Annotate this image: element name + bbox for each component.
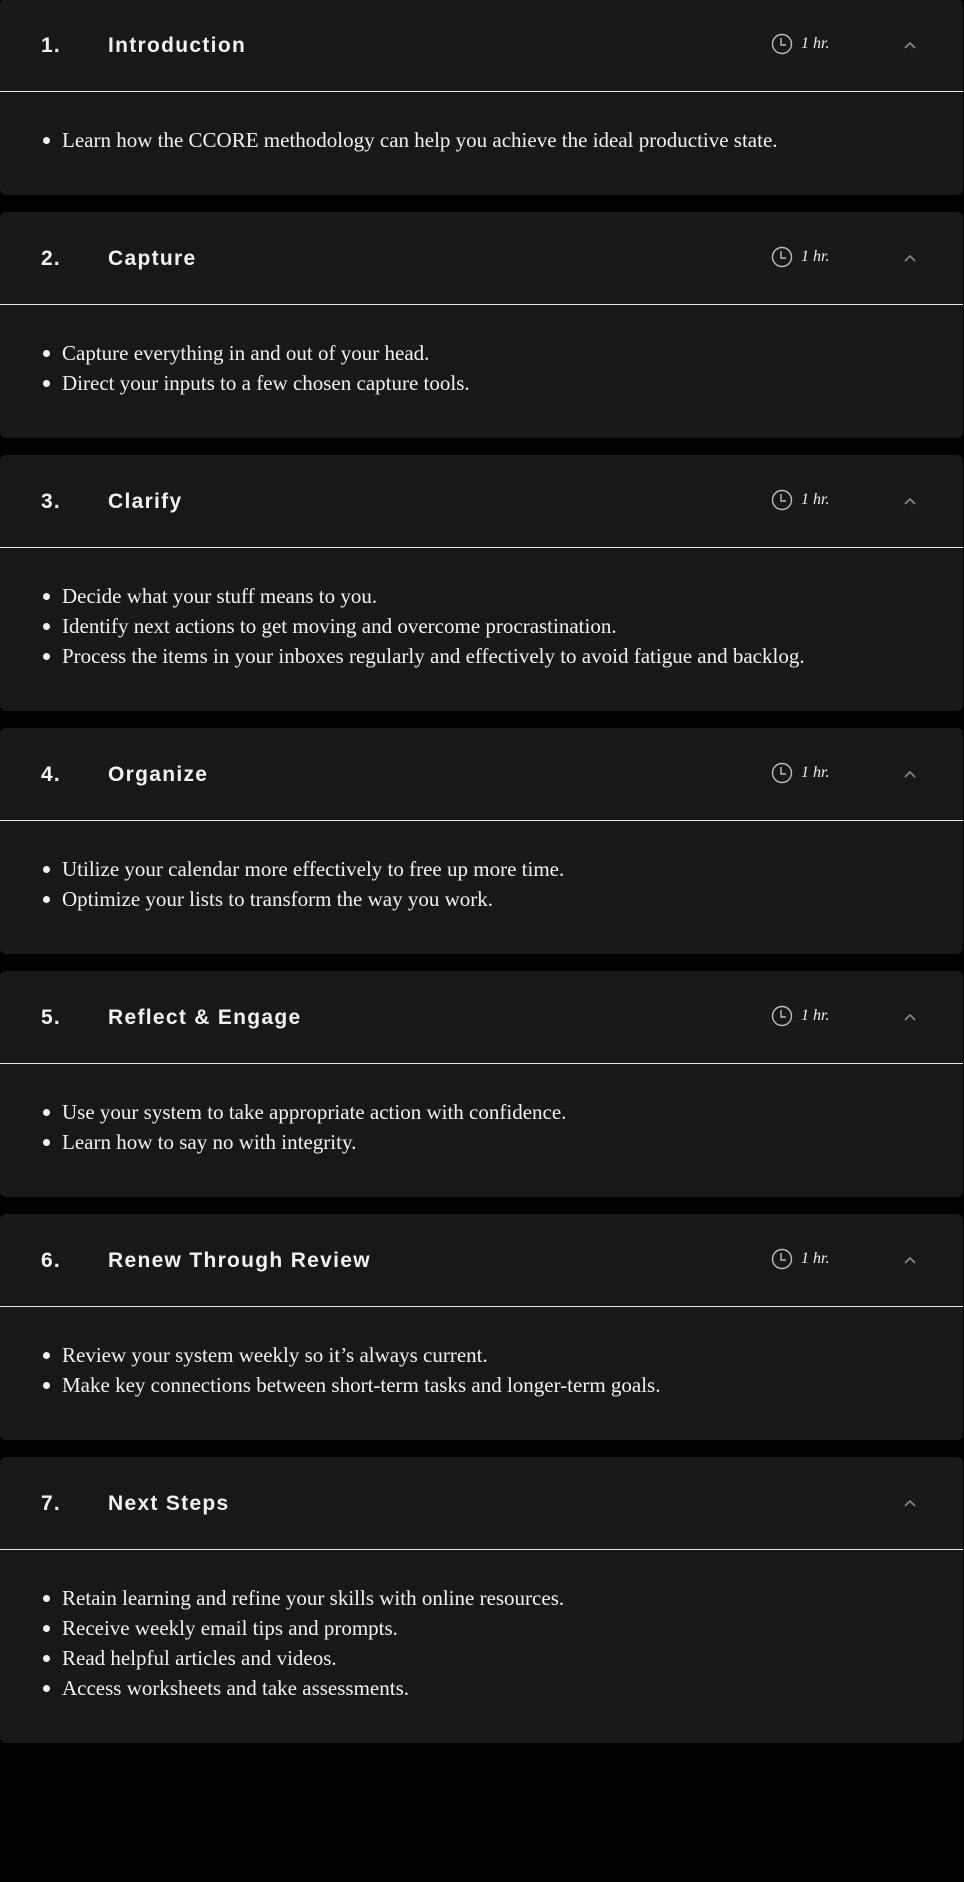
clock-icon bbox=[771, 1005, 793, 1027]
module-panel-1: 1. Introduction 1 hr. Learn how the CCOR… bbox=[0, 0, 963, 195]
module-number: 4. bbox=[41, 763, 61, 786]
module-number: 5. bbox=[41, 1006, 61, 1029]
module-content: Retain learning and refine your skills w… bbox=[0, 1550, 963, 1743]
bullet-item: Access worksheets and take assessments. bbox=[41, 1673, 963, 1703]
module-title: Clarify bbox=[108, 490, 183, 513]
bullet-item: Decide what your stuff means to you. bbox=[41, 581, 963, 611]
module-panel-6: 6. Renew Through Review 1 hr. Review you… bbox=[0, 1214, 963, 1440]
bullet-list: Learn how the CCORE methodology can help… bbox=[41, 125, 963, 155]
module-header[interactable]: 6. Renew Through Review 1 hr. bbox=[0, 1214, 963, 1307]
module-header[interactable]: 3. Clarify 1 hr. bbox=[0, 455, 963, 548]
clock-icon bbox=[771, 1248, 793, 1270]
module-title: Next Steps bbox=[108, 1492, 230, 1515]
chevron-up-icon[interactable] bbox=[902, 39, 918, 51]
module-content: Capture everything in and out of your he… bbox=[0, 305, 963, 438]
module-title: Reflect & Engage bbox=[108, 1006, 302, 1029]
chevron-up-icon[interactable] bbox=[902, 252, 918, 264]
bullet-item: Process the items in your inboxes regula… bbox=[41, 641, 963, 671]
bullet-item: Utilize your calendar more effectively t… bbox=[41, 854, 963, 884]
module-number: 1. bbox=[41, 34, 61, 57]
bullet-item: Retain learning and refine your skills w… bbox=[41, 1583, 963, 1613]
module-duration: 1 hr. bbox=[771, 1248, 829, 1270]
bullet-item: Learn how the CCORE methodology can help… bbox=[41, 125, 963, 155]
module-content: Use your system to take appropriate acti… bbox=[0, 1064, 963, 1197]
module-title: Renew Through Review bbox=[108, 1249, 371, 1272]
clock-icon bbox=[771, 33, 793, 55]
module-duration: 1 hr. bbox=[771, 762, 829, 784]
bullet-item: Identify next actions to get moving and … bbox=[41, 611, 963, 641]
bullet-item: Make key connections between short-term … bbox=[41, 1370, 963, 1400]
module-panel-4: 4. Organize 1 hr. Utilize your calendar … bbox=[0, 728, 963, 954]
module-content: Review your system weekly so it’s always… bbox=[0, 1307, 963, 1440]
module-header[interactable]: 4. Organize 1 hr. bbox=[0, 728, 963, 821]
module-number: 7. bbox=[41, 1492, 61, 1515]
module-accordion: 1. Introduction 1 hr. Learn how the CCOR… bbox=[0, 0, 963, 1760]
bullet-list: Retain learning and refine your skills w… bbox=[41, 1583, 963, 1703]
clock-icon bbox=[771, 246, 793, 268]
duration-text: 1 hr. bbox=[801, 1007, 830, 1024]
duration-text: 1 hr. bbox=[801, 1250, 830, 1267]
module-panel-5: 5. Reflect & Engage 1 hr. Use your syste… bbox=[0, 971, 963, 1197]
module-number: 2. bbox=[41, 247, 61, 270]
module-title: Organize bbox=[108, 763, 209, 786]
module-panel-7: 7. Next Steps Retain learning and refine… bbox=[0, 1457, 963, 1743]
module-title: Introduction bbox=[108, 34, 247, 57]
module-panel-3: 3. Clarify 1 hr. Decide what your stuff … bbox=[0, 455, 963, 711]
module-number: 3. bbox=[41, 490, 61, 513]
module-header[interactable]: 7. Next Steps bbox=[0, 1457, 963, 1550]
module-content: Utilize your calendar more effectively t… bbox=[0, 821, 963, 954]
bullet-list: Capture everything in and out of your he… bbox=[41, 338, 963, 398]
clock-icon bbox=[771, 762, 793, 784]
bullet-list: Review your system weekly so it’s always… bbox=[41, 1340, 963, 1400]
module-duration: 1 hr. bbox=[771, 33, 829, 55]
bullet-item: Direct your inputs to a few chosen captu… bbox=[41, 368, 963, 398]
bullet-list: Use your system to take appropriate acti… bbox=[41, 1097, 963, 1157]
bullet-list: Utilize your calendar more effectively t… bbox=[41, 854, 963, 914]
bullet-item: Learn how to say no with integrity. bbox=[41, 1127, 963, 1157]
chevron-up-icon[interactable] bbox=[902, 495, 918, 507]
duration-text: 1 hr. bbox=[801, 491, 830, 508]
bullet-item: Optimize your lists to transform the way… bbox=[41, 884, 963, 914]
chevron-up-icon[interactable] bbox=[902, 1011, 918, 1023]
duration-text: 1 hr. bbox=[801, 248, 830, 265]
module-number: 6. bbox=[41, 1249, 61, 1272]
bullet-item: Use your system to take appropriate acti… bbox=[41, 1097, 963, 1127]
module-content: Learn how the CCORE methodology can help… bbox=[0, 92, 963, 195]
module-header[interactable]: 2. Capture 1 hr. bbox=[0, 212, 963, 305]
chevron-up-icon[interactable] bbox=[902, 1497, 918, 1509]
module-duration: 1 hr. bbox=[771, 246, 829, 268]
bullet-item: Receive weekly email tips and prompts. bbox=[41, 1613, 963, 1643]
module-panel-2: 2. Capture 1 hr. Capture everything in a… bbox=[0, 212, 963, 438]
module-duration: 1 hr. bbox=[771, 489, 829, 511]
duration-text: 1 hr. bbox=[801, 35, 830, 52]
bullet-item: Review your system weekly so it’s always… bbox=[41, 1340, 963, 1370]
bullet-item: Capture everything in and out of your he… bbox=[41, 338, 963, 368]
module-duration: 1 hr. bbox=[771, 1005, 829, 1027]
chevron-up-icon[interactable] bbox=[902, 768, 918, 780]
bullet-list: Decide what your stuff means to you. Iden… bbox=[41, 581, 963, 671]
chevron-up-icon[interactable] bbox=[902, 1254, 918, 1266]
duration-text: 1 hr. bbox=[801, 764, 830, 781]
module-header[interactable]: 1. Introduction 1 hr. bbox=[0, 0, 963, 92]
module-content: Decide what your stuff means to you. Iden… bbox=[0, 548, 963, 711]
bullet-item: Read helpful articles and videos. bbox=[41, 1643, 963, 1673]
module-header[interactable]: 5. Reflect & Engage 1 hr. bbox=[0, 971, 963, 1064]
clock-icon bbox=[771, 489, 793, 511]
module-title: Capture bbox=[108, 247, 197, 270]
